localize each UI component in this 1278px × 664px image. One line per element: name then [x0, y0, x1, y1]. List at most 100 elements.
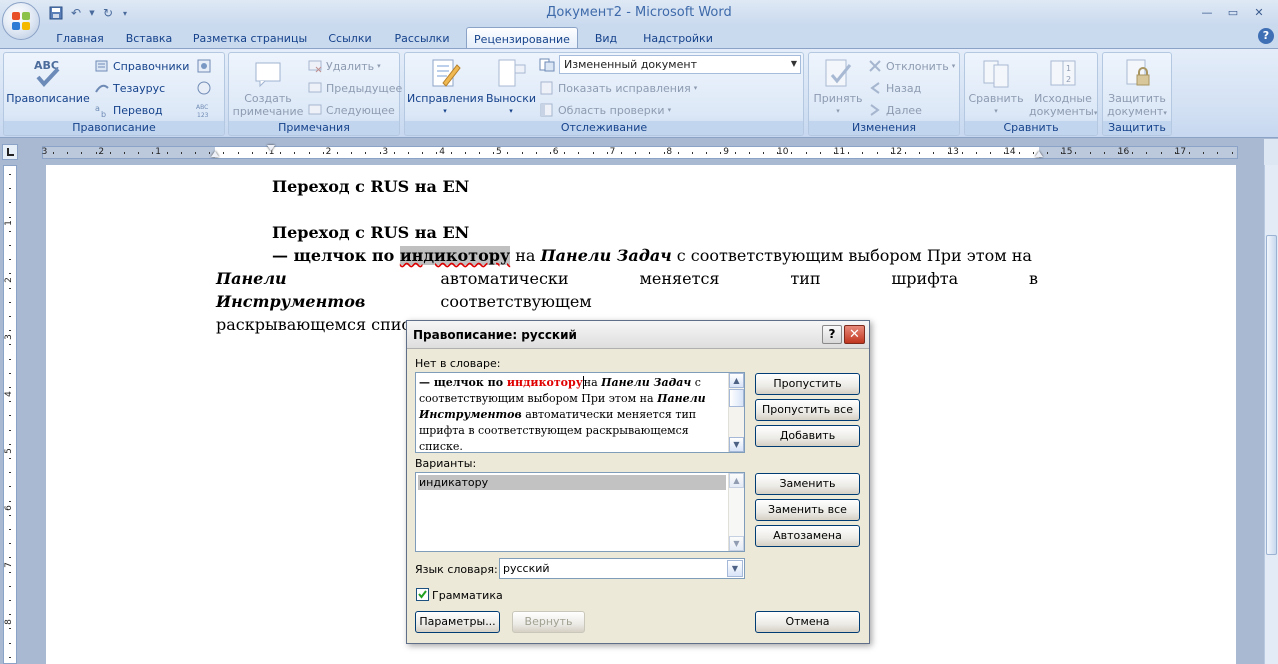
- vertical-scrollbar[interactable]: [1264, 165, 1278, 664]
- tab-addins[interactable]: Надстройки: [638, 30, 718, 48]
- suggestions-scroll-down-icon[interactable]: ▼: [729, 536, 744, 551]
- ruler-label: 12: [890, 147, 903, 157]
- ruler-tick: [1189, 152, 1190, 154]
- new-comment-button[interactable]: Создать примечание: [231, 57, 305, 118]
- translate-icon: ab: [94, 102, 110, 119]
- ruler-tick: [436, 152, 438, 154]
- word-count-icon[interactable]: [196, 79, 212, 97]
- chevron-down-icon: ▼: [790, 59, 797, 68]
- next-comment-icon: [307, 102, 323, 118]
- ruler-tick: [692, 152, 693, 154]
- autocorrect-button[interactable]: Автозамена: [755, 525, 860, 547]
- balloons-button[interactable]: Выноски ▾: [483, 57, 539, 118]
- tab-review[interactable]: Рецензирование: [466, 27, 578, 49]
- ruler-tick: [493, 152, 495, 154]
- scrollbar-thumb[interactable]: [1266, 235, 1277, 555]
- research-button[interactable]: Справочники: [94, 57, 189, 75]
- next-change-button[interactable]: Далее: [867, 101, 922, 119]
- suggestions-scroll-up-icon[interactable]: ▲: [729, 473, 744, 488]
- vertical-ruler-label: 7: [3, 562, 14, 568]
- ruler-label: 2: [325, 147, 332, 157]
- suggestions-scrollbar[interactable]: ▲ ▼: [728, 473, 744, 551]
- display-for-review-dropdown[interactable]: Измененный документ ▼: [559, 55, 801, 74]
- suggestion-item[interactable]: индикатору: [418, 475, 726, 490]
- options-button[interactable]: Параметры...: [415, 611, 500, 633]
- change-all-button[interactable]: Заменить все: [755, 499, 860, 521]
- first-line-indent-marker[interactable]: [267, 145, 275, 151]
- dictionary-language-select[interactable]: русский ▼: [499, 558, 745, 579]
- help-icon[interactable]: ?: [1258, 28, 1274, 44]
- tab-insert[interactable]: Вставка: [120, 30, 178, 48]
- tab-view[interactable]: Вид: [588, 30, 624, 48]
- reviewing-pane-button[interactable]: Область проверки ▾: [539, 101, 671, 119]
- ruler-tick: [663, 152, 665, 154]
- suggestions-list[interactable]: индикатору ▲ ▼: [415, 472, 745, 552]
- dictionary-language-chevron-icon[interactable]: ▼: [727, 560, 743, 577]
- add-to-dictionary-button[interactable]: Добавить: [755, 425, 860, 447]
- language-icon[interactable]: [196, 57, 212, 75]
- delete-comment-button[interactable]: Удалить ▾: [307, 57, 381, 75]
- ruler-tick: [933, 152, 935, 154]
- previous-change-icon: [867, 80, 883, 96]
- vertical-ruler-tick: [9, 656, 11, 658]
- previous-comment-button[interactable]: Предыдущее: [307, 79, 402, 97]
- vertical-ruler-label: 4: [3, 391, 14, 397]
- display-for-review-icon[interactable]: [539, 56, 555, 74]
- maximize-icon[interactable]: ▭: [1220, 3, 1246, 21]
- spelling-button[interactable]: ABC Правописание: [6, 57, 90, 105]
- dialog-help-icon[interactable]: ?: [822, 325, 842, 344]
- show-markup-button[interactable]: Показать исправления ▾: [539, 79, 697, 97]
- office-button[interactable]: [2, 2, 40, 40]
- ignore-all-button[interactable]: Пропустить все: [755, 399, 860, 421]
- vertical-ruler-tick: [9, 287, 11, 289]
- indent-right-marker[interactable]: [1035, 151, 1043, 157]
- accept-button[interactable]: Принять ▾: [811, 57, 865, 118]
- track-changes-button[interactable]: Исправления ▾: [407, 57, 483, 118]
- ruler-tick: [947, 152, 949, 154]
- not-in-dictionary-box[interactable]: — щелчок по индикоторуна Панели Задач с …: [415, 372, 745, 453]
- ruler-label: 3: [41, 147, 48, 157]
- group-protect: Защитить документ▾ Защитить: [1102, 52, 1172, 136]
- vertical-ruler-tick: [9, 216, 11, 218]
- ignore-once-button[interactable]: Пропустить: [755, 373, 860, 395]
- dialog-close-icon[interactable]: ✕: [844, 325, 865, 344]
- scroll-down-icon[interactable]: ▼: [729, 437, 744, 452]
- protect-document-button[interactable]: Защитить документ▾: [1105, 57, 1169, 120]
- misspelled-word[interactable]: индикотору: [399, 246, 511, 265]
- change-button[interactable]: Заменить: [755, 473, 860, 495]
- translate-button[interactable]: ab Перевод: [94, 101, 163, 120]
- tab-page-layout[interactable]: Разметка страницы: [190, 30, 310, 48]
- not-in-dictionary-scrollbar[interactable]: ▲ ▼: [728, 373, 744, 452]
- window-title: Документ2 - Microsoft Word: [546, 5, 732, 20]
- tab-mailings[interactable]: Рассылки: [390, 30, 454, 48]
- scroll-up-icon[interactable]: ▲: [729, 373, 744, 388]
- grammar-checkbox[interactable]: [416, 588, 429, 601]
- thesaurus-button[interactable]: Тезаурус: [94, 79, 165, 97]
- tab-selector[interactable]: [2, 144, 18, 160]
- next-comment-button[interactable]: Следующее: [307, 101, 395, 119]
- compare-button[interactable]: Сравнить ▾: [967, 57, 1025, 118]
- reject-button[interactable]: Отклонить ▾: [867, 57, 955, 75]
- indent-left-marker[interactable]: [211, 151, 219, 157]
- ruler-toggle-icon[interactable]: [1264, 139, 1278, 165]
- tab-references[interactable]: Ссылки: [322, 30, 378, 48]
- vertical-ruler-tick: [9, 316, 11, 317]
- minimize-icon[interactable]: —: [1194, 3, 1220, 21]
- ruler-tick: [990, 152, 992, 154]
- horizontal-ruler[interactable]: 3 2 1 1 2 3 4 5 6 7 8 9 10 11 12 13 14 15 16 17: [41, 145, 1238, 159]
- scroll-thumb[interactable]: [729, 389, 744, 407]
- ruler-tick: [1004, 152, 1006, 154]
- close-icon[interactable]: ✕: [1246, 3, 1272, 21]
- ruler-tick: [748, 152, 750, 154]
- vertical-ruler-tick: [9, 500, 11, 502]
- tab-home[interactable]: Главная: [52, 30, 108, 48]
- cancel-button[interactable]: Отмена: [755, 611, 860, 633]
- previous-change-button[interactable]: Назад: [867, 79, 921, 97]
- ruler-tick: [819, 152, 821, 154]
- source-documents-button[interactable]: 12 Исходные документы▾: [1029, 57, 1097, 120]
- vertical-ruler-label: 8: [3, 619, 14, 625]
- vertical-ruler[interactable]: 1 2 3 4 5 6 7 8: [3, 165, 17, 664]
- svg-text:123: 123: [197, 112, 209, 118]
- abc-123-icon[interactable]: ABC 123: [196, 101, 212, 119]
- undo-button[interactable]: Вернуть: [512, 611, 585, 633]
